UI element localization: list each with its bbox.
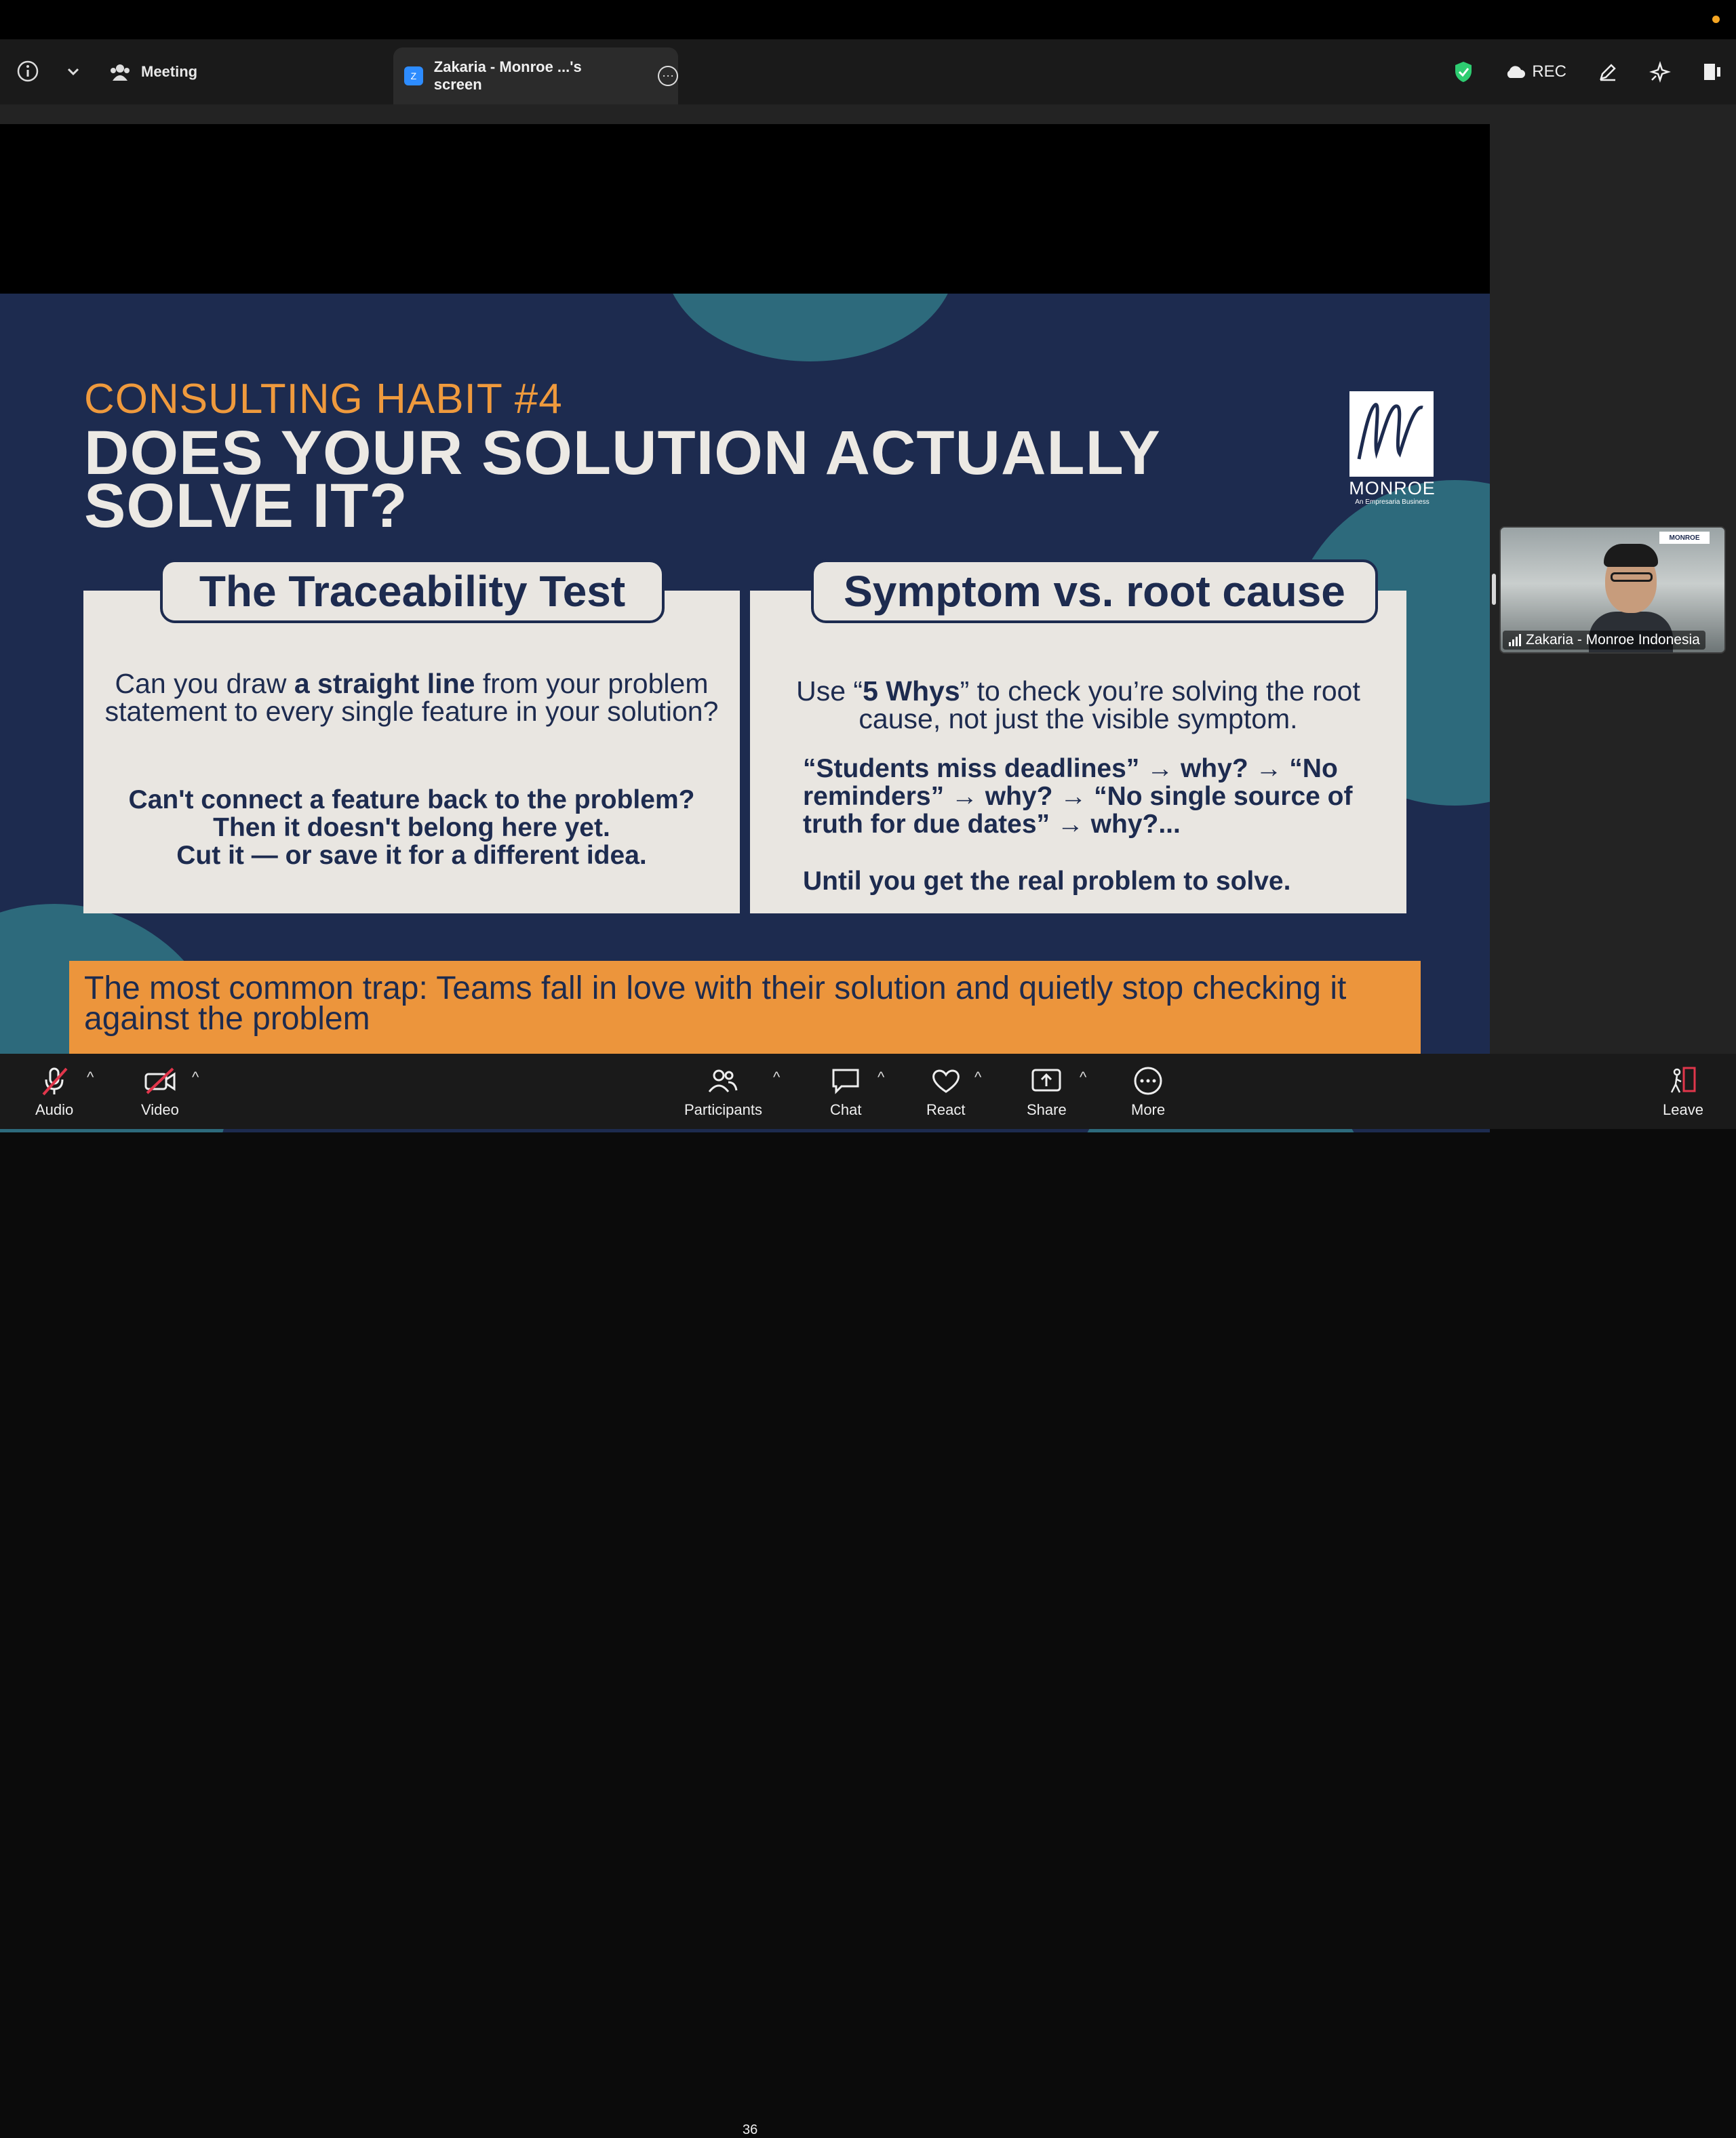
more-button[interactable]: More bbox=[1131, 1062, 1165, 1119]
advice-line-1: Can't connect a feature back to the prob… bbox=[128, 785, 695, 814]
traceability-question: Can you draw a straight line from your p… bbox=[95, 670, 728, 726]
slide-kicker: CONSULTING HABIT #4 bbox=[84, 376, 563, 422]
trap-banner: The most common trap: Teams fall in love… bbox=[69, 961, 1421, 1061]
top-right-tools: REC bbox=[1453, 57, 1722, 87]
info-button[interactable] bbox=[16, 58, 42, 84]
participant-name-label: Zakaria - Monroe Indonesia bbox=[1503, 631, 1705, 650]
chevron-down-icon bbox=[67, 68, 79, 76]
participants-button[interactable]: Participants bbox=[684, 1062, 762, 1119]
chat-options-caret[interactable]: ^ bbox=[877, 1069, 884, 1086]
advice-line-2: Then it doesn't belong here yet. bbox=[213, 813, 610, 842]
audio-button[interactable]: Audio bbox=[35, 1062, 73, 1119]
audio-label: Audio bbox=[35, 1101, 74, 1118]
meeting-tab-label: Meeting bbox=[141, 63, 198, 80]
traceability-heading: The Traceability Test bbox=[160, 559, 665, 623]
video-button[interactable]: Video bbox=[141, 1062, 179, 1119]
cloud-icon bbox=[1507, 66, 1526, 78]
shield-check-icon[interactable] bbox=[1453, 60, 1474, 83]
pencil-icon[interactable] bbox=[1598, 62, 1618, 82]
five-whys-example: “Students miss deadlines” → why? → “No r… bbox=[803, 754, 1353, 839]
view-options-button[interactable] bbox=[65, 58, 85, 84]
root-cause-card bbox=[750, 591, 1406, 913]
participants-icon bbox=[709, 1069, 738, 1092]
participants-label: Participants bbox=[684, 1101, 762, 1118]
info-icon bbox=[17, 60, 39, 82]
traceability-advice: Can't connect a feature back to the prob… bbox=[95, 786, 728, 869]
signal-bars-icon bbox=[1509, 634, 1521, 646]
more-label: More bbox=[1131, 1101, 1166, 1118]
side-panel-icon[interactable] bbox=[1702, 62, 1722, 82]
tab-more-options-icon[interactable]: ⋯ bbox=[658, 66, 679, 86]
leave-door-icon bbox=[1670, 1067, 1696, 1093]
shared-screen-frame: CONSULTING HABIT #4 DOES YOUR SOLUTION A… bbox=[0, 124, 1490, 1132]
trap-banner-text: The most common trap: Teams fall in love… bbox=[84, 970, 1347, 1037]
react-button[interactable]: React bbox=[926, 1062, 965, 1119]
chat-button[interactable]: Chat bbox=[830, 1062, 861, 1119]
video-label: Video bbox=[141, 1101, 179, 1118]
logo-subtitle: An Empresaria Business bbox=[1355, 498, 1429, 506]
shared-screen-tab[interactable]: Z Zakaria - Monroe ...'s screen ⋯ bbox=[393, 47, 679, 104]
camera-off-icon bbox=[144, 1067, 176, 1094]
presentation-slide: CONSULTING HABIT #4 DOES YOUR SOLUTION A… bbox=[0, 294, 1490, 1132]
question-bold: a straight line bbox=[294, 668, 475, 699]
shared-screen-tab-label: Zakaria - Monroe ...'s screen bbox=[433, 58, 582, 93]
question-prefix: Can you draw bbox=[115, 668, 294, 699]
five-whys-prefix: Use “ bbox=[796, 675, 863, 707]
participants-count: 36 bbox=[743, 2122, 758, 2137]
chat-icon bbox=[832, 1069, 859, 1094]
participant-name: Zakaria - Monroe Indonesia bbox=[1526, 632, 1700, 648]
monroe-logo bbox=[1349, 391, 1434, 477]
sparkle-icon[interactable] bbox=[1649, 61, 1671, 83]
video-options-caret[interactable]: ^ bbox=[192, 1069, 199, 1086]
cloud-record-button[interactable]: REC bbox=[1505, 62, 1566, 81]
share-label: Share bbox=[1027, 1101, 1067, 1118]
heart-icon bbox=[932, 1069, 960, 1093]
participants-icon bbox=[111, 64, 130, 81]
more-options-icon bbox=[1134, 1067, 1162, 1095]
meeting-controls-bar: Audio ^ Video ^ Participants 36 ^ Chat ^… bbox=[0, 1054, 1736, 2137]
microphone-muted-icon bbox=[42, 1067, 68, 1096]
decorative-circle-top bbox=[665, 294, 956, 361]
participants-options-caret[interactable]: ^ bbox=[773, 1069, 780, 1086]
meeting-top-bar: Meeting Z Zakaria - Monroe ...'s screen … bbox=[0, 39, 1736, 104]
leave-label: Leave bbox=[1663, 1101, 1703, 1118]
share-button[interactable]: Share bbox=[1027, 1062, 1067, 1119]
zoom-app-icon: Z bbox=[404, 66, 423, 85]
react-label: React bbox=[926, 1101, 966, 1118]
react-options-caret[interactable]: ^ bbox=[974, 1069, 981, 1086]
leave-button[interactable]: Leave bbox=[1663, 1062, 1703, 1119]
five-whys-text: Use “5 Whys” to check you’re solving the… bbox=[773, 677, 1383, 733]
five-whys-bold: 5 Whys bbox=[863, 675, 960, 707]
slide-title: DOES YOUR SOLUTION ACTUALLY SOLVE IT? bbox=[84, 418, 1160, 540]
logo-wordmark: MONROE bbox=[1349, 478, 1436, 498]
system-menu-bar bbox=[0, 0, 1736, 39]
advice-line-3: Cut it — or save it for a different idea… bbox=[176, 841, 647, 870]
root-cause-heading: Symptom vs. root cause bbox=[811, 559, 1378, 623]
five-whys-conclusion: Until you get the real problem to solve. bbox=[803, 867, 1291, 896]
rec-label: REC bbox=[1532, 62, 1566, 81]
share-options-caret[interactable]: ^ bbox=[1080, 1069, 1086, 1086]
audio-options-caret[interactable]: ^ bbox=[87, 1069, 94, 1086]
recording-indicator-dot bbox=[1712, 16, 1720, 23]
meeting-tab[interactable]: Meeting bbox=[108, 57, 197, 87]
panel-resize-handle[interactable] bbox=[1492, 574, 1496, 605]
chat-label: Chat bbox=[830, 1101, 862, 1118]
share-screen-icon bbox=[1031, 1069, 1061, 1092]
